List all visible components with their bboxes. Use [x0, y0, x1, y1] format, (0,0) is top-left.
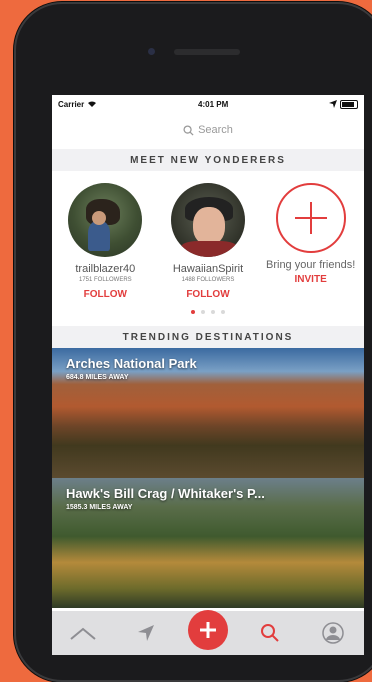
avatar[interactable] — [170, 183, 245, 257]
page-dot-active[interactable] — [191, 310, 195, 314]
carrier-label: Carrier — [58, 99, 85, 109]
tab-profile[interactable] — [313, 613, 353, 653]
location-arrow-icon — [328, 100, 337, 108]
carousel-page-indicator[interactable] — [52, 310, 364, 314]
destination-distance: 684.8 MILES AWAY — [66, 374, 129, 381]
person-username: trailblazer40 — [75, 263, 136, 275]
person-card[interactable]: trailblazer40 1751 FOLLOWERS FOLLOW — [55, 183, 155, 300]
destination-distance: 1585.3 MILES AWAY — [66, 504, 133, 511]
invite-card[interactable]: Bring your friends! INVITE — [261, 183, 361, 300]
follow-button[interactable]: FOLLOW — [186, 289, 229, 300]
tab-add[interactable] — [187, 610, 228, 653]
tab-navigate[interactable] — [126, 613, 166, 653]
add-button[interactable] — [187, 610, 228, 650]
status-bar: Carrier 4:01 PM — [52, 95, 364, 113]
app-screen: Carrier 4:01 PM Search MEET NEW YONDERER — [52, 95, 364, 655]
wifi-icon — [88, 101, 97, 107]
avatar[interactable] — [68, 183, 143, 257]
tab-home[interactable] — [63, 613, 103, 653]
earpiece-speaker — [174, 49, 240, 55]
tab-search[interactable] — [250, 613, 290, 653]
home-icon — [70, 627, 96, 640]
destination-card[interactable]: Arches National Park 684.8 MILES AWAY — [52, 348, 364, 478]
clock: 4:01 PM — [198, 99, 229, 109]
page-dot[interactable] — [221, 310, 225, 314]
follow-button[interactable]: FOLLOW — [84, 289, 127, 300]
plus-icon — [294, 202, 327, 234]
search-icon — [261, 624, 280, 642]
profile-icon — [322, 622, 344, 644]
trending-section-title: TRENDING DESTINATIONS — [122, 331, 294, 343]
person-followers-count: 1751 FOLLOWERS — [78, 277, 132, 283]
invite-circle[interactable] — [275, 183, 346, 253]
search-icon — [183, 124, 194, 136]
search-bar[interactable]: Search — [60, 117, 356, 143]
tab-bar — [52, 610, 364, 655]
invite-button[interactable]: INVITE — [295, 274, 327, 285]
battery-icon — [339, 99, 358, 109]
destination-name: Hawk's Bill Crag / Whitaker's P... — [66, 486, 265, 501]
meet-section-title: MEET NEW YONDERERS — [130, 154, 286, 166]
destination-card[interactable]: Hawk's Bill Crag / Whitaker's P... 1585.… — [52, 478, 364, 608]
page-dot[interactable] — [201, 310, 205, 314]
add-icon — [199, 622, 216, 638]
person-followers-count: 1488 FOLLOWERS — [181, 277, 235, 283]
search-placeholder: Search — [198, 124, 233, 136]
front-camera — [148, 48, 155, 55]
page-dot[interactable] — [211, 310, 215, 314]
navigate-icon — [137, 625, 154, 641]
meet-section-header: MEET NEW YONDERERS — [52, 149, 364, 171]
person-card[interactable]: HawaiianSpirit 1488 FOLLOWERS FOLLOW — [158, 183, 258, 300]
suggested-people-carousel[interactable]: trailblazer40 1751 FOLLOWERS FOLLOW Hawa… — [52, 171, 364, 300]
phone-frame: Carrier 4:01 PM Search MEET NEW YONDERER — [14, 2, 372, 682]
trending-section-header: TRENDING DESTINATIONS — [52, 326, 364, 348]
invite-text: Bring your friends! — [266, 259, 356, 271]
person-username: HawaiianSpirit — [172, 263, 244, 275]
destination-name: Arches National Park — [66, 356, 197, 371]
